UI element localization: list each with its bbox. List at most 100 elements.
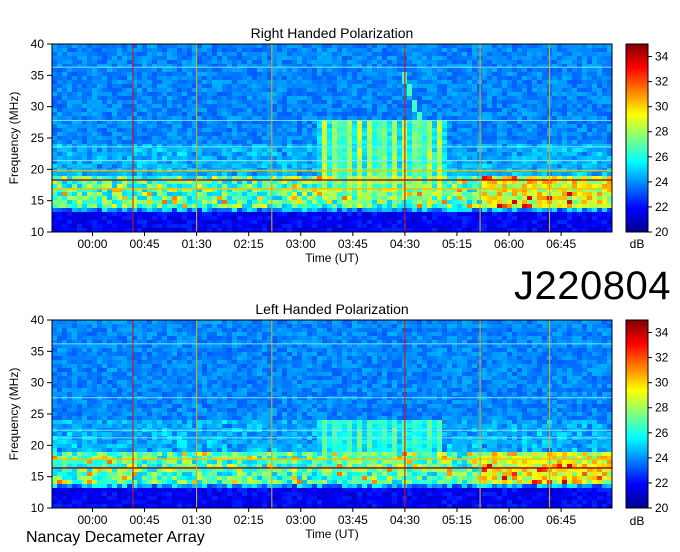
intensity-cell bbox=[567, 68, 573, 73]
intensity-cell bbox=[587, 48, 593, 53]
intensity-cell bbox=[262, 164, 268, 169]
intensity-cell bbox=[532, 136, 538, 141]
intensity-cell bbox=[412, 132, 418, 137]
intensity-cell bbox=[562, 96, 568, 101]
intensity-cell bbox=[322, 92, 328, 97]
intensity-cell bbox=[512, 88, 518, 93]
intensity-cell bbox=[292, 132, 298, 137]
intensity-cell bbox=[262, 208, 268, 213]
intensity-cell bbox=[522, 92, 528, 97]
intensity-cell bbox=[97, 60, 103, 65]
intensity-cell bbox=[292, 184, 298, 189]
intensity-cell bbox=[297, 196, 303, 201]
intensity-cell bbox=[212, 124, 218, 129]
intensity-cell bbox=[72, 68, 78, 73]
intensity-cell bbox=[182, 184, 188, 189]
intensity-cell bbox=[412, 184, 418, 189]
intensity-cell bbox=[337, 212, 343, 217]
intensity-cell bbox=[457, 152, 463, 157]
intensity-cell bbox=[187, 52, 193, 57]
intensity-cell bbox=[592, 196, 598, 201]
intensity-cell bbox=[317, 132, 323, 137]
intensity-cell bbox=[247, 124, 253, 129]
intensity-cell bbox=[437, 172, 443, 177]
intensity-cell bbox=[87, 200, 93, 205]
intensity-cell bbox=[207, 112, 213, 117]
intensity-cell bbox=[422, 44, 428, 49]
intensity-cell bbox=[512, 140, 518, 145]
intensity-cell bbox=[257, 60, 263, 65]
intensity-cell bbox=[447, 80, 453, 85]
intensity-cell bbox=[307, 132, 313, 137]
intensity-cell bbox=[352, 88, 358, 93]
intensity-cell bbox=[522, 196, 528, 201]
intensity-cell bbox=[387, 68, 393, 73]
intensity-cell bbox=[342, 216, 348, 221]
intensity-cell bbox=[387, 204, 393, 209]
intensity-cell bbox=[222, 88, 228, 93]
intensity-cell bbox=[502, 108, 508, 113]
intensity-cell bbox=[282, 184, 288, 189]
intensity-cell bbox=[327, 104, 333, 109]
intensity-cell bbox=[57, 156, 63, 161]
intensity-cell bbox=[562, 116, 568, 121]
intensity-cell bbox=[157, 44, 163, 49]
intensity-cell bbox=[82, 108, 88, 113]
intensity-cell bbox=[367, 192, 373, 197]
intensity-cell bbox=[62, 76, 68, 81]
intensity-cell bbox=[532, 152, 538, 157]
intensity-cell bbox=[92, 220, 98, 225]
intensity-cell bbox=[357, 44, 363, 49]
intensity-cell bbox=[492, 56, 498, 61]
intensity-cell bbox=[487, 216, 493, 221]
intensity-cell bbox=[87, 60, 93, 65]
intensity-cell bbox=[62, 88, 68, 93]
intensity-cell bbox=[232, 48, 238, 53]
intensity-cell bbox=[242, 88, 248, 93]
intensity-cell bbox=[422, 152, 428, 157]
intensity-cell bbox=[72, 212, 78, 217]
intensity-cell bbox=[372, 144, 378, 149]
intensity-cell bbox=[527, 124, 533, 129]
intensity-cell bbox=[77, 156, 83, 161]
intensity-cell bbox=[52, 208, 58, 213]
intensity-cell bbox=[127, 196, 133, 201]
intensity-cell bbox=[52, 60, 58, 65]
intensity-cell bbox=[362, 76, 368, 81]
intensity-cell bbox=[252, 44, 258, 49]
intensity-cell bbox=[452, 216, 458, 221]
intensity-cell bbox=[282, 148, 288, 153]
intensity-cell bbox=[77, 56, 83, 61]
intensity-cell bbox=[52, 84, 58, 89]
intensity-cell bbox=[202, 96, 208, 101]
intensity-cell bbox=[347, 72, 353, 77]
intensity-cell bbox=[507, 104, 513, 109]
intensity-cell bbox=[217, 196, 223, 201]
intensity-cell bbox=[247, 68, 253, 73]
intensity-cell bbox=[557, 124, 563, 129]
intensity-cell bbox=[252, 52, 258, 57]
intensity-cell bbox=[347, 80, 353, 85]
intensity-cell bbox=[522, 76, 528, 81]
intensity-cell bbox=[562, 208, 568, 213]
intensity-cell bbox=[222, 72, 228, 77]
intensity-cell bbox=[247, 88, 253, 93]
intensity-cell bbox=[57, 220, 63, 225]
intensity-cell bbox=[397, 216, 403, 221]
right-polarization-panel: Right Handed Polarization 10152025303540… bbox=[7, 25, 669, 265]
intensity-cell bbox=[167, 152, 173, 157]
intensity-cell bbox=[102, 72, 108, 77]
intensity-cell bbox=[432, 60, 438, 65]
intensity-cell bbox=[87, 76, 93, 81]
intensity-cell bbox=[147, 60, 153, 65]
intensity-cell bbox=[212, 192, 218, 197]
intensity-cell bbox=[357, 128, 363, 133]
intensity-cell bbox=[167, 140, 173, 145]
intensity-cell bbox=[552, 68, 558, 73]
intensity-cell bbox=[357, 92, 363, 97]
intensity-cell bbox=[312, 140, 318, 145]
intensity-cell bbox=[492, 156, 498, 161]
intensity-cell bbox=[582, 60, 588, 65]
intensity-cell bbox=[277, 84, 283, 89]
intensity-cell bbox=[277, 44, 283, 49]
